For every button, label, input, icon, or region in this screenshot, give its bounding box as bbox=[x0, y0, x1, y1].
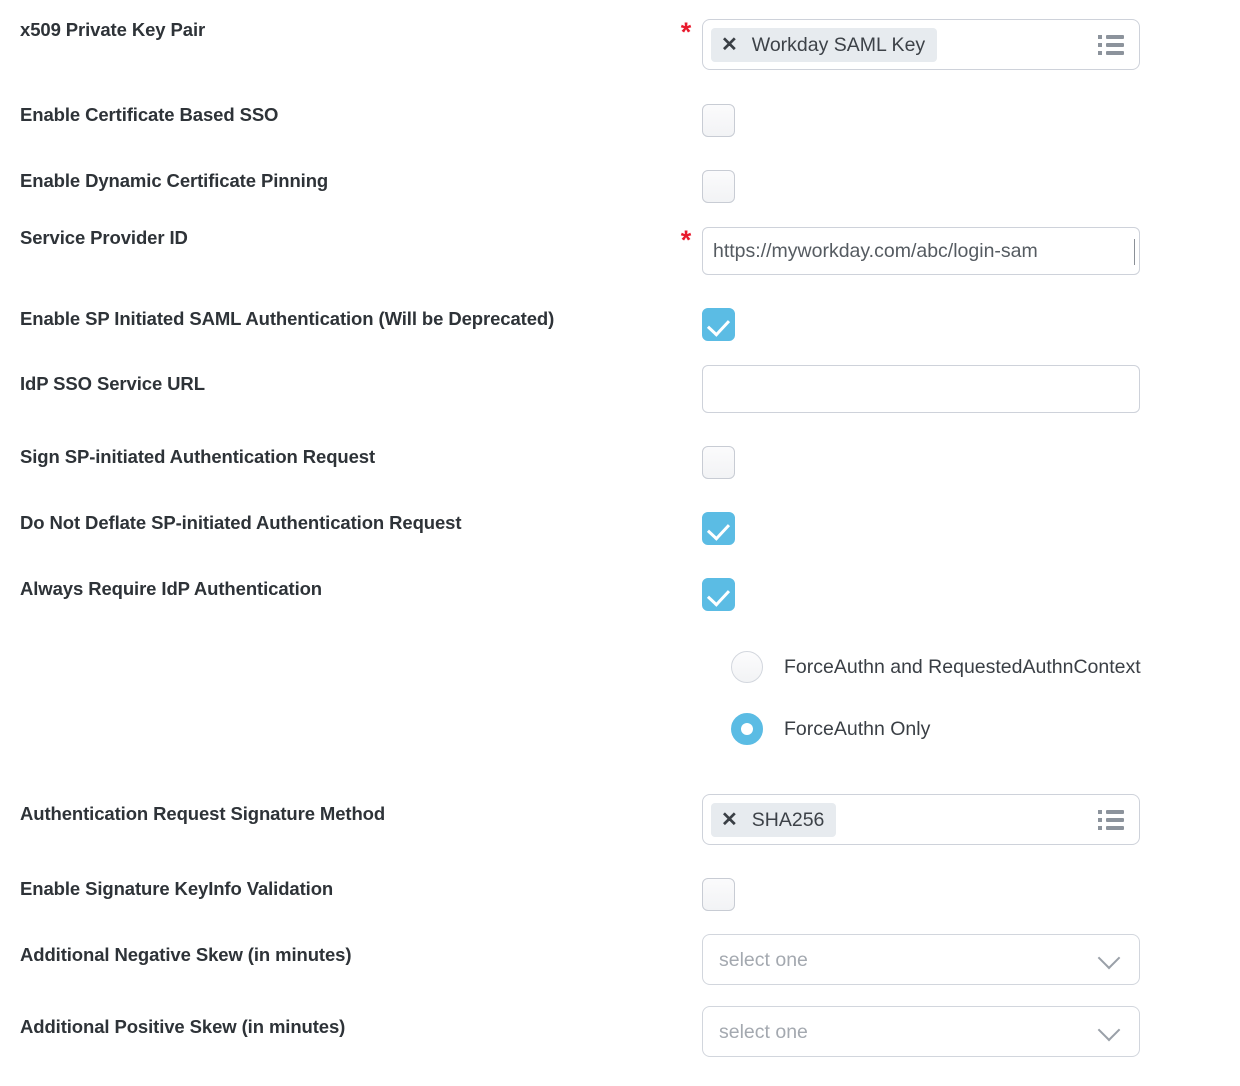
label-cell: Enable SP Initiated SAML Authentication … bbox=[0, 308, 670, 330]
selected-value-pill: ✕ SHA256 bbox=[711, 803, 836, 837]
field-label: Service Provider ID bbox=[20, 227, 670, 249]
form-row-service-provider-id: Service Provider ID * https://myworkday.… bbox=[0, 227, 1240, 275]
selected-value-text: SHA256 bbox=[752, 809, 825, 831]
x509-private-key-pair-multiselect[interactable]: ✕ Workday SAML Key bbox=[702, 19, 1140, 70]
control-cell bbox=[702, 104, 1240, 137]
field-label: x509 Private Key Pair bbox=[20, 19, 670, 41]
field-label: Always Require IdP Authentication bbox=[20, 578, 670, 600]
dropdown-placeholder: select one bbox=[719, 1021, 808, 1043]
field-label: Enable Dynamic Certificate Pinning bbox=[20, 170, 670, 192]
label-cell: Always Require IdP Authentication bbox=[0, 578, 670, 600]
form-row-enable-dynamic-certificate-pinning: Enable Dynamic Certificate Pinning bbox=[0, 170, 1240, 203]
field-label: Enable Certificate Based SSO bbox=[20, 104, 670, 126]
remove-value-icon[interactable]: ✕ bbox=[721, 810, 738, 830]
chevron-down-icon[interactable] bbox=[1099, 947, 1121, 969]
enable-signature-keyinfo-validation-checkbox[interactable] bbox=[702, 878, 735, 911]
label-cell: Authentication Request Signature Method bbox=[0, 794, 670, 825]
input-value: https://myworkday.com/abc/login-sam bbox=[713, 240, 1038, 262]
field-label: IdP SSO Service URL bbox=[20, 373, 670, 395]
control-cell: select one bbox=[702, 1006, 1240, 1057]
label-cell: x509 Private Key Pair bbox=[0, 19, 670, 41]
radio-option-forceauthn-and-requestedauthncontext[interactable]: ForceAuthn and RequestedAuthnContext bbox=[731, 651, 1141, 683]
control-cell: ✕ Workday SAML Key bbox=[702, 19, 1240, 70]
enable-sp-initiated-saml-authentication-checkbox[interactable] bbox=[702, 308, 735, 341]
saml-configuration-form: x509 Private Key Pair * ✕ Workday SAML K… bbox=[0, 0, 1240, 1086]
list-icon[interactable] bbox=[1098, 810, 1124, 830]
label-cell: Enable Signature KeyInfo Validation bbox=[0, 878, 670, 900]
form-row-always-require-idp-authentication: Always Require IdP Authentication bbox=[0, 578, 1240, 611]
form-row-enable-signature-keyinfo-validation: Enable Signature KeyInfo Validation bbox=[0, 878, 1240, 911]
label-cell: IdP SSO Service URL bbox=[0, 365, 670, 395]
field-label: Additional Positive Skew (in minutes) bbox=[20, 1016, 670, 1038]
always-require-idp-authentication-checkbox[interactable] bbox=[702, 578, 735, 611]
enable-dynamic-certificate-pinning-checkbox[interactable] bbox=[702, 170, 735, 203]
form-row-sign-sp-initiated-authentication-request: Sign SP-initiated Authentication Request bbox=[0, 446, 1240, 479]
required-asterisk: * bbox=[681, 227, 692, 254]
form-row-idp-sso-service-url: IdP SSO Service URL bbox=[0, 365, 1240, 413]
form-row-enable-certificate-based-sso: Enable Certificate Based SSO bbox=[0, 104, 1240, 137]
label-cell: Additional Positive Skew (in minutes) bbox=[0, 1006, 670, 1038]
field-label: Additional Negative Skew (in minutes) bbox=[20, 944, 670, 966]
additional-negative-skew-dropdown[interactable]: select one bbox=[702, 934, 1140, 985]
form-row-x509-private-key-pair: x509 Private Key Pair * ✕ Workday SAML K… bbox=[0, 19, 1240, 70]
control-cell: ✕ SHA256 bbox=[702, 794, 1240, 845]
form-row-additional-positive-skew: Additional Positive Skew (in minutes) se… bbox=[0, 1006, 1240, 1057]
required-marker-cell: * bbox=[670, 227, 702, 254]
dropdown-placeholder: select one bbox=[719, 949, 808, 971]
enable-certificate-based-sso-checkbox[interactable] bbox=[702, 104, 735, 137]
list-icon[interactable] bbox=[1098, 35, 1124, 55]
control-cell bbox=[702, 878, 1240, 911]
chevron-down-icon[interactable] bbox=[1099, 1019, 1121, 1041]
label-cell: Service Provider ID bbox=[0, 227, 670, 249]
selected-value-text: Workday SAML Key bbox=[752, 34, 925, 56]
additional-positive-skew-dropdown[interactable]: select one bbox=[702, 1006, 1140, 1057]
do-not-deflate-sp-initiated-authentication-request-checkbox[interactable] bbox=[702, 512, 735, 545]
field-label: Enable Signature KeyInfo Validation bbox=[20, 878, 670, 900]
form-row-authentication-request-signature-method: Authentication Request Signature Method … bbox=[0, 794, 1240, 845]
service-provider-id-input[interactable]: https://myworkday.com/abc/login-sam bbox=[702, 227, 1140, 275]
label-cell: Enable Certificate Based SSO bbox=[0, 104, 670, 126]
field-label: Authentication Request Signature Method bbox=[20, 803, 670, 825]
control-cell: https://myworkday.com/abc/login-sam bbox=[702, 227, 1240, 275]
control-cell bbox=[702, 512, 1240, 545]
field-label: Enable SP Initiated SAML Authentication … bbox=[20, 308, 670, 330]
field-label: Do Not Deflate SP-initiated Authenticati… bbox=[20, 512, 670, 534]
form-row-do-not-deflate-sp-initiated-authentication-request: Do Not Deflate SP-initiated Authenticati… bbox=[0, 512, 1240, 545]
label-cell: Enable Dynamic Certificate Pinning bbox=[0, 170, 670, 192]
control-cell bbox=[702, 578, 1240, 611]
radio-option-label: ForceAuthn Only bbox=[784, 718, 930, 740]
radio-button[interactable] bbox=[731, 651, 763, 683]
radio-option-forceauthn-only[interactable]: ForceAuthn Only bbox=[731, 713, 930, 745]
control-cell bbox=[702, 365, 1240, 413]
form-row-additional-negative-skew: Additional Negative Skew (in minutes) se… bbox=[0, 934, 1240, 985]
control-cell bbox=[702, 170, 1240, 203]
control-cell bbox=[702, 446, 1240, 479]
label-cell: Sign SP-initiated Authentication Request bbox=[0, 446, 670, 468]
field-label: Sign SP-initiated Authentication Request bbox=[20, 446, 670, 468]
required-asterisk: * bbox=[681, 19, 692, 46]
control-cell bbox=[702, 308, 1240, 341]
required-marker-cell: * bbox=[670, 19, 702, 46]
label-cell: Do Not Deflate SP-initiated Authenticati… bbox=[0, 512, 670, 534]
form-row-enable-sp-initiated-saml-authentication: Enable SP Initiated SAML Authentication … bbox=[0, 308, 1240, 341]
remove-value-icon[interactable]: ✕ bbox=[721, 35, 738, 55]
selected-value-pill: ✕ Workday SAML Key bbox=[711, 28, 937, 62]
control-cell: select one bbox=[702, 934, 1240, 985]
authentication-request-signature-method-multiselect[interactable]: ✕ SHA256 bbox=[702, 794, 1140, 845]
radio-button[interactable] bbox=[731, 713, 763, 745]
label-cell: Additional Negative Skew (in minutes) bbox=[0, 934, 670, 966]
idp-sso-service-url-input[interactable] bbox=[702, 365, 1140, 413]
radio-option-label: ForceAuthn and RequestedAuthnContext bbox=[784, 656, 1141, 678]
sign-sp-initiated-authentication-request-checkbox[interactable] bbox=[702, 446, 735, 479]
